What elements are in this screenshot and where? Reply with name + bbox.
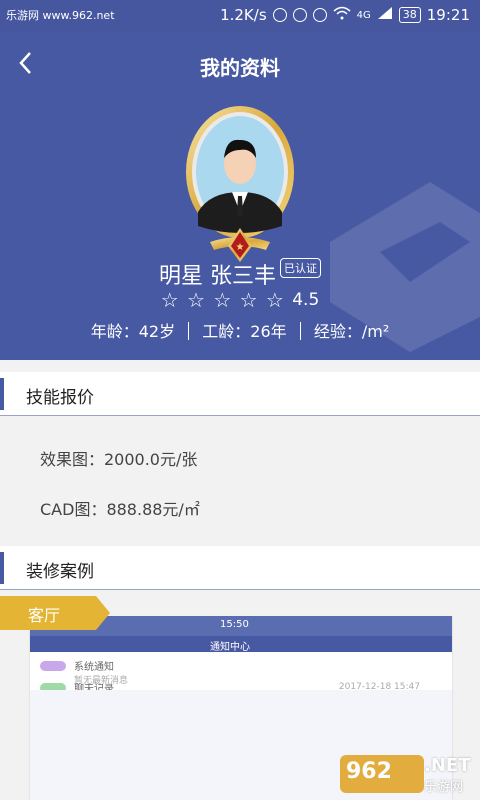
effect-price: 效果图：2000.0元/张	[40, 450, 198, 469]
work-years-text: 工龄：26年	[202, 322, 287, 341]
avatar[interactable]: ★	[180, 100, 300, 268]
experience-text: 经验：/m²	[313, 322, 390, 341]
star-icon: ☆	[187, 288, 205, 312]
watermark-cn: 乐游网	[424, 780, 464, 795]
status-bar: 乐游网 www.962.net 1.2K/s 4G 38 19:21	[0, 0, 480, 32]
nav-bar: 我的资料	[0, 32, 480, 98]
section-accent-bar	[0, 378, 4, 410]
watermark-brand: 962	[340, 755, 424, 793]
profile-name: 明星 张三丰	[159, 264, 276, 289]
star-icon: ☆	[239, 288, 258, 312]
verified-badge: 已认证	[280, 258, 321, 278]
watermark-net: .NET	[424, 755, 471, 776]
signal-icon	[377, 6, 393, 24]
clock: 19:21	[426, 6, 470, 24]
star-icon: ☆	[160, 288, 179, 312]
eye-icon	[312, 8, 327, 22]
case-image-title: 通知中心	[210, 642, 250, 653]
star-icon: ☆	[213, 288, 232, 312]
divider	[299, 322, 301, 340]
signal-label: 4G	[356, 9, 371, 21]
profile-name-row: 明星 张三丰 已认证	[0, 258, 480, 290]
cad-price: CAD图：888.88元/㎡	[40, 500, 200, 519]
avatar-badge-icon: ★	[186, 106, 294, 262]
battery-indicator: 38	[398, 7, 421, 23]
rating-value: 4.5	[292, 290, 320, 310]
case-image-time: 15:50	[220, 619, 249, 630]
divider	[188, 322, 190, 340]
case-category-tag: 客厅	[0, 596, 110, 630]
cases-heading: 装修案例	[26, 562, 94, 582]
profile-stats: 年龄：42岁 工龄：26年 经验：/m²	[0, 318, 480, 342]
network-speed: 1.2K/s	[220, 6, 267, 24]
price-list: 效果图：2000.0元/张 CAD图：888.88元/㎡	[0, 418, 480, 544]
watermark-text: 乐游网 www.962.net	[6, 9, 115, 22]
wifi-icon	[333, 6, 351, 24]
skills-section-header: 技能报价	[0, 372, 480, 416]
page-title: 我的资料	[200, 56, 280, 80]
case-image-row: 系统通知 暂无最新消息	[40, 658, 128, 686]
status-indicators: 1.2K/s 4G 38 19:21	[220, 6, 470, 24]
star-icon: ☆	[265, 288, 284, 312]
section-accent-bar	[0, 552, 4, 584]
watermark-logo: 962 .NET 乐游网	[340, 750, 471, 795]
purple-dot-icon	[40, 661, 66, 671]
skills-heading: 技能报价	[26, 388, 94, 408]
alarm-icon	[292, 8, 307, 22]
rating-row: ☆ ☆ ☆ ☆ ☆ 4.5	[0, 288, 480, 312]
location-icon	[272, 8, 287, 22]
age-text: 年龄：42岁	[90, 322, 176, 341]
case-image-navbar: 通知中心	[30, 636, 452, 653]
profile-header: 我的资料 ★ 明星 张三丰 已认证 ☆ ☆ ☆ ☆ ☆ 4.5 年龄：42岁 工…	[0, 32, 480, 360]
cases-section-header: 装修案例	[0, 546, 480, 590]
svg-text:★: ★	[236, 242, 245, 253]
